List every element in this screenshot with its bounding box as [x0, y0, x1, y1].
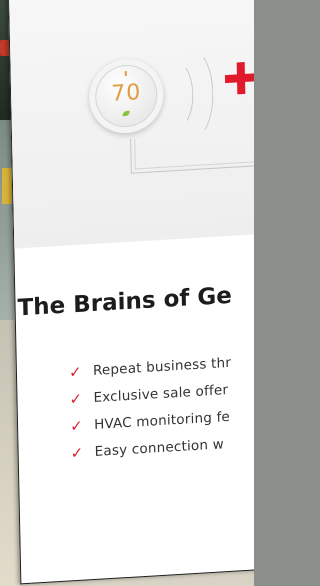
thermostat-tick-mark — [124, 70, 127, 77]
background-yellow-post — [2, 168, 12, 204]
feature-text: Easy connection w — [94, 435, 225, 460]
check-icon: ✓ — [68, 362, 82, 381]
signal-wave-icon — [170, 47, 215, 141]
check-icon: ✓ — [69, 416, 83, 435]
check-icon: ✓ — [70, 443, 84, 462]
thermostat-temperature: 70 — [110, 80, 142, 107]
feature-list: ✓ Repeat business thr ✓ Exclusive sale o… — [69, 349, 233, 467]
feature-text: Repeat business thr — [92, 354, 232, 379]
leaf-icon — [122, 110, 130, 117]
brochure-card: 70 The Brains of Ge ✓ Repeat business th… — [8, 0, 254, 585]
page-title: The Brains of Ge — [17, 282, 233, 322]
thermostat-illustration: 70 — [88, 56, 165, 136]
feature-text: Exclusive sale offer — [93, 381, 229, 406]
plus-icon — [221, 57, 254, 99]
check-icon: ✓ — [69, 389, 83, 408]
feature-text: HVAC monitoring fe — [93, 408, 231, 433]
product-illustration-panel: 70 — [8, 0, 254, 249]
photo-scene: 70 The Brains of Ge ✓ Repeat business th… — [0, 0, 254, 586]
